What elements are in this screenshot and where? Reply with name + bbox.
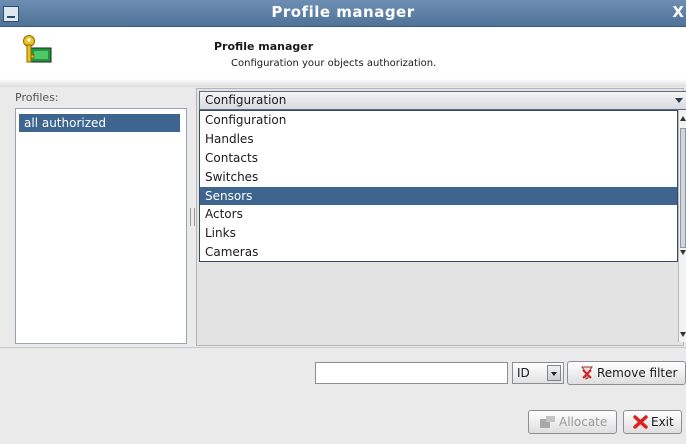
- bottom-separator: [0, 347, 686, 348]
- chevron-down-icon[interactable]: [675, 98, 683, 103]
- dropdown-option[interactable]: Configuration: [200, 111, 677, 129]
- dropdown-option[interactable]: Links: [200, 224, 677, 242]
- category-select[interactable]: Configuration: [199, 91, 686, 110]
- filter-field-value: ID: [517, 366, 530, 380]
- header-title: Profile manager: [214, 40, 314, 53]
- dropdown-option[interactable]: Contacts: [200, 149, 677, 167]
- header-subtitle: Configuration your objects authorization…: [231, 58, 437, 69]
- remove-filter-label: Remove filter: [597, 366, 678, 380]
- scroll-down-icon[interactable]: [680, 250, 686, 255]
- exit-button[interactable]: Exit: [623, 410, 682, 434]
- remove-filter-button[interactable]: Remove filter: [567, 361, 686, 385]
- dropdown-option[interactable]: Switches: [200, 168, 677, 186]
- dropdown-option[interactable]: Actors: [200, 205, 677, 223]
- category-select-value: Configuration: [205, 93, 287, 107]
- profiles-list[interactable]: all authorized: [15, 108, 187, 344]
- allocate-label: Allocate: [559, 415, 608, 429]
- chevron-down-icon[interactable]: [547, 365, 561, 381]
- dropdown-option[interactable]: Cameras: [200, 243, 677, 261]
- filter-input[interactable]: [315, 362, 508, 384]
- key-profile-icon: [23, 35, 52, 63]
- profile-item[interactable]: all authorized: [19, 114, 180, 132]
- header-banner: Profile manager Configuration your objec…: [0, 27, 686, 79]
- scroll-up-icon[interactable]: [680, 116, 686, 121]
- dropdown-option[interactable]: Handles: [200, 130, 677, 148]
- vertical-scrollbar[interactable]: [678, 110, 686, 342]
- exit-label: Exit: [651, 415, 674, 429]
- profiles-label: Profiles:: [15, 91, 59, 104]
- remove-filter-icon: [581, 366, 593, 380]
- window-title: Profile manager: [271, 3, 415, 21]
- category-dropdown-list[interactable]: Configuration Handles Contacts Switches …: [199, 110, 678, 262]
- panel-scroll-down-icon[interactable]: [680, 332, 686, 337]
- window-titlebar: Profile manager X: [0, 0, 686, 27]
- allocate-button[interactable]: Allocate: [528, 410, 617, 434]
- dropdown-option-highlighted[interactable]: Sensors: [200, 187, 677, 205]
- filter-field-select[interactable]: ID: [512, 362, 564, 384]
- profiles-panel: Profiles: all authorized: [11, 88, 187, 344]
- header-separator: [0, 79, 686, 87]
- close-icon[interactable]: X: [672, 3, 684, 21]
- scrollbar-thumb[interactable]: [680, 128, 686, 248]
- exit-icon: [633, 415, 648, 429]
- splitter-handle[interactable]: [190, 208, 195, 226]
- allocate-icon: [540, 416, 555, 428]
